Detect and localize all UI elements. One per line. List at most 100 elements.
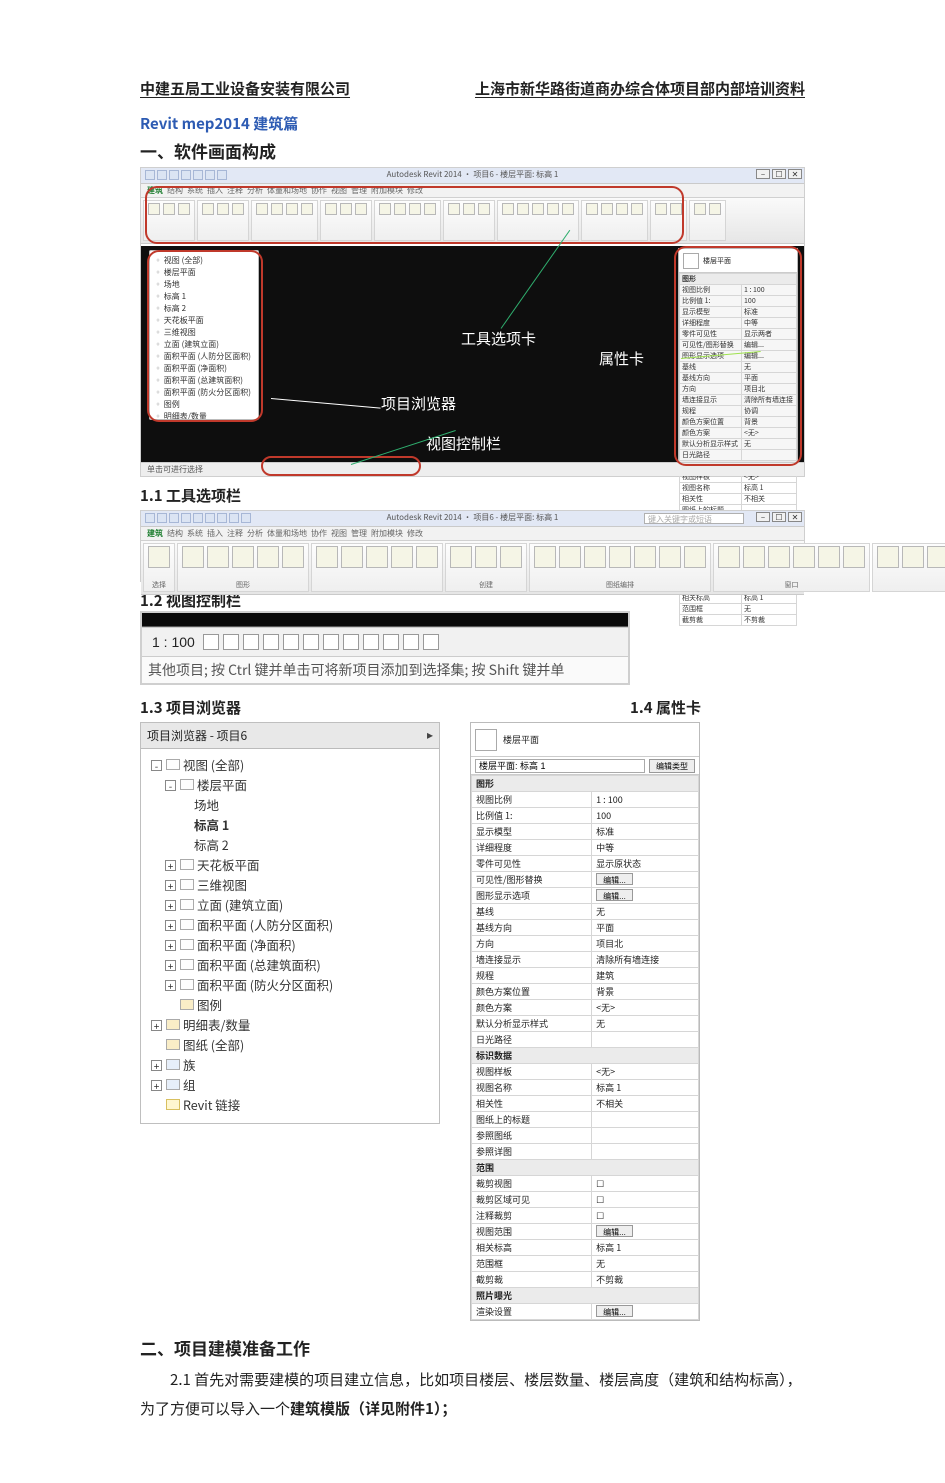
collapse-icon[interactable]: -	[165, 780, 176, 791]
ribbon-tab[interactable]: 分析	[247, 528, 263, 539]
tree-item[interactable]: +明细表/数量	[151, 1015, 431, 1035]
property-value[interactable]: 项目北	[592, 936, 699, 952]
ribbon-button-icon[interactable]	[355, 203, 367, 215]
ribbon-button-icon[interactable]	[684, 546, 706, 568]
qat-icon[interactable]	[145, 513, 155, 523]
view-control-bar[interactable]: 单击可进行选择	[141, 462, 804, 476]
property-value[interactable]: 背景	[592, 984, 699, 1000]
ribbon-group[interactable]: 选择	[143, 543, 175, 592]
view-control-icon[interactable]	[203, 634, 219, 650]
view-control-icon[interactable]	[243, 634, 259, 650]
property-value[interactable]: 100	[592, 808, 699, 824]
property-value[interactable]	[592, 1128, 699, 1144]
qat-icon[interactable]	[157, 170, 167, 180]
property-value[interactable]: 标准	[592, 824, 699, 840]
property-value[interactable]: 无	[592, 904, 699, 920]
qat-icon[interactable]	[241, 513, 251, 523]
close-button[interactable]: ✕	[788, 512, 802, 522]
tree-item[interactable]: 图例	[154, 399, 254, 411]
ribbon-button-icon[interactable]	[694, 203, 706, 215]
ribbon-tab[interactable]: 附加模块	[371, 528, 403, 539]
properties-table[interactable]: 图形视图比例1 : 100比例值 1:100显示模型标准详细程度中等零件可见性显…	[471, 775, 699, 1320]
qat-icon[interactable]	[205, 513, 215, 523]
tree-item[interactable]: 图纸 (全部)	[151, 1035, 431, 1055]
tree-item[interactable]: 视图 (全部)	[154, 255, 254, 267]
ribbon-tab[interactable]: 系统	[187, 185, 203, 196]
ribbon-tab[interactable]: 附加模块	[371, 185, 403, 196]
ribbon-tab[interactable]: 协作	[311, 528, 327, 539]
search-input[interactable]: 键入关键字或短语	[644, 513, 744, 524]
project-browser-tree[interactable]: -视图 (全部)-楼层平面场地标高 1标高 2+天花板平面+三维视图+立面 (建…	[141, 749, 439, 1123]
view-control-icon[interactable]	[283, 634, 299, 650]
expand-icon[interactable]: +	[151, 1060, 162, 1071]
ribbon-group[interactable]	[650, 200, 687, 241]
property-value[interactable]: 标高 1	[592, 1240, 699, 1256]
ribbon-button-icon[interactable]	[316, 546, 338, 568]
ribbon-button-icon[interactable]	[391, 546, 413, 568]
expand-icon[interactable]: +	[165, 860, 176, 871]
view-control-icon[interactable]	[303, 634, 319, 650]
ribbon-button-icon[interactable]	[232, 546, 254, 568]
ribbon-tab[interactable]: 修改	[407, 528, 423, 539]
ribbon-tab[interactable]: 建筑	[147, 528, 163, 539]
ribbon-button-icon[interactable]	[743, 546, 765, 568]
ribbon-group[interactable]	[581, 200, 648, 241]
ribbon-button-icon[interactable]	[379, 203, 391, 215]
property-value[interactable]: 不相关	[592, 1096, 699, 1112]
ribbon-button-icon[interactable]	[793, 546, 815, 568]
ribbon-group[interactable]	[689, 200, 726, 241]
ribbon-button-icon[interactable]	[634, 546, 656, 568]
property-value[interactable]	[592, 1112, 699, 1128]
project-browser-panel[interactable]: 项目浏览器 - 项目6 ▸ -视图 (全部)-楼层平面场地标高 1标高 2+天花…	[140, 722, 440, 1124]
project-browser-title[interactable]: 项目浏览器 - 项目6 ▸	[141, 723, 439, 749]
edit-button[interactable]: 编辑...	[596, 873, 633, 885]
tree-item[interactable]: 天花板平面	[154, 315, 254, 327]
chevron-right-icon[interactable]: ▸	[427, 726, 433, 743]
ribbon-tab-strip[interactable]: 建筑结构系统插入注释分析体量和场地协作视图管理附加模块修改	[141, 184, 804, 198]
view-control-icon[interactable]	[423, 634, 439, 650]
ribbon-button-icon[interactable]	[609, 546, 631, 568]
expand-icon[interactable]: +	[151, 1020, 162, 1031]
tree-item[interactable]: 标高 2	[154, 303, 254, 315]
ribbon-button-icon[interactable]	[448, 203, 460, 215]
minimize-button[interactable]: –	[756, 512, 770, 522]
project-browser-panel[interactable]: 视图 (全部)楼层平面场地标高 1标高 2天花板平面三维视图立面 (建筑立面)面…	[149, 250, 259, 420]
ribbon-tab[interactable]: 协作	[311, 185, 327, 196]
ribbon-tab[interactable]: 管理	[351, 185, 367, 196]
property-value[interactable]: 建筑	[592, 968, 699, 984]
qat-icon[interactable]	[181, 513, 191, 523]
ribbon-group[interactable]	[320, 200, 372, 241]
view-control-icon[interactable]	[343, 634, 359, 650]
ribbon-button-icon[interactable]	[450, 546, 472, 568]
collapse-icon[interactable]: -	[151, 760, 162, 771]
tree-item[interactable]: +面积平面 (人防分区面积)	[165, 915, 431, 935]
ribbon-tab[interactable]: 视图	[331, 185, 347, 196]
tree-item[interactable]: 面积平面 (人防分区面积)	[154, 351, 254, 363]
properties-selector[interactable]: 编辑类型	[471, 757, 699, 775]
ribbon-button-icon[interactable]	[148, 203, 160, 215]
expand-icon[interactable]: +	[165, 960, 176, 971]
property-value[interactable]: 无	[592, 1016, 699, 1032]
view-control-icon[interactable]	[403, 634, 419, 650]
ribbon-button-icon[interactable]	[416, 546, 438, 568]
ribbon-tab[interactable]: 注释	[227, 185, 243, 196]
tree-item[interactable]: +面积平面 (净面积)	[165, 935, 431, 955]
expand-icon[interactable]: +	[165, 880, 176, 891]
ribbon-button-icon[interactable]	[475, 546, 497, 568]
property-value[interactable]: <无>	[592, 1064, 699, 1080]
tree-item[interactable]: 楼层平面	[154, 267, 254, 279]
ribbon-button-icon[interactable]	[601, 203, 613, 215]
ribbon-button-icon[interactable]	[902, 546, 924, 568]
tree-item[interactable]: -视图 (全部)	[151, 755, 431, 775]
ribbon-button-icon[interactable]	[366, 546, 388, 568]
expand-icon[interactable]: +	[151, 1080, 162, 1091]
ribbon-button-icon[interactable]	[256, 203, 268, 215]
qat-icon[interactable]	[217, 170, 227, 180]
tree-item[interactable]: Revit 链接	[151, 1095, 431, 1115]
property-value[interactable]: 无	[592, 1256, 699, 1272]
qat-icon[interactable]	[181, 170, 191, 180]
qat-icon[interactable]	[229, 513, 239, 523]
minimize-button[interactable]: –	[756, 169, 770, 179]
ribbon-tab[interactable]: 结构	[167, 185, 183, 196]
ribbon[interactable]: 选择图形创建图纸编排窗口	[141, 541, 804, 595]
